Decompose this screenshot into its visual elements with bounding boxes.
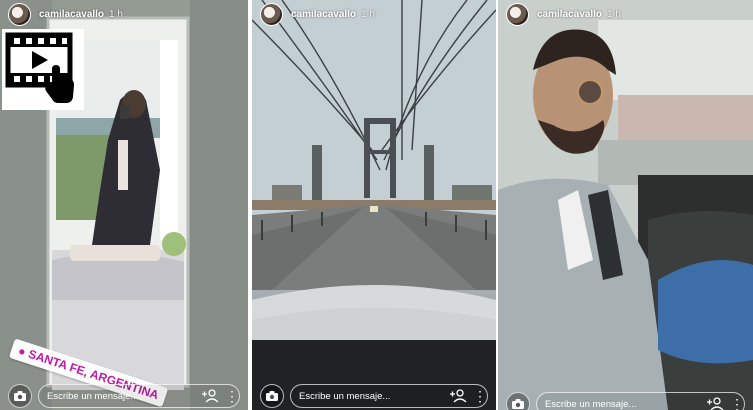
story-header: camilacavallo 1 h bbox=[506, 3, 621, 26]
story-reply-bar: Escribe un mensaje... ⋮ bbox=[0, 382, 248, 410]
message-input[interactable]: Escribe un mensaje... ⋮ bbox=[290, 384, 488, 408]
avatar[interactable] bbox=[506, 3, 529, 26]
message-placeholder: Escribe un mensaje... bbox=[545, 398, 637, 410]
avatar[interactable] bbox=[8, 3, 31, 26]
camera-icon[interactable] bbox=[260, 384, 284, 408]
message-input[interactable]: Escribe un mensaje... ⋮ bbox=[536, 392, 745, 410]
story-panel-2[interactable]: camilacavallo 1 h Escribe un mensaje... … bbox=[252, 0, 496, 410]
video-play-tap-icon bbox=[2, 29, 84, 110]
location-pin-icon: ● bbox=[16, 343, 28, 360]
story-reply-bar: Escribe un mensaje... ⋮ bbox=[498, 390, 753, 410]
more-dots-icon[interactable]: ⋮ bbox=[730, 397, 744, 410]
story-photo-man-driving bbox=[498, 0, 753, 410]
avatar[interactable] bbox=[260, 3, 283, 26]
story-time: 1 h bbox=[109, 9, 123, 20]
story-panel-3[interactable]: camilacavallo 1 h Escribe un mensaje... … bbox=[498, 0, 753, 410]
username[interactable]: camilacavallo bbox=[291, 9, 356, 20]
story-panel-1[interactable]: camilacavallo 1 h ● SANTA FE, ARGENTINA … bbox=[0, 0, 248, 410]
more-dots-icon[interactable]: ⋮ bbox=[225, 389, 239, 403]
camera-icon[interactable] bbox=[506, 392, 530, 410]
story-header: camilacavallo 1 h bbox=[8, 3, 123, 26]
story-reply-bar: Escribe un mensaje... ⋮ bbox=[252, 382, 496, 410]
add-person-icon[interactable] bbox=[449, 389, 467, 403]
message-input[interactable]: Escribe un mensaje... ⋮ bbox=[38, 384, 240, 408]
camera-icon[interactable] bbox=[8, 384, 32, 408]
story-time: 1 h bbox=[361, 9, 375, 20]
add-person-icon[interactable] bbox=[706, 397, 724, 410]
story-photo-bridge-road bbox=[252, 0, 496, 410]
username[interactable]: camilacavallo bbox=[537, 9, 602, 20]
add-person-icon[interactable] bbox=[201, 389, 219, 403]
story-header: camilacavallo 1 h bbox=[260, 3, 375, 26]
message-placeholder: Escribe un mensaje... bbox=[47, 390, 139, 402]
message-placeholder: Escribe un mensaje... bbox=[299, 390, 391, 402]
username[interactable]: camilacavallo bbox=[39, 9, 104, 20]
story-time: 1 h bbox=[607, 9, 621, 20]
more-dots-icon[interactable]: ⋮ bbox=[473, 389, 487, 403]
